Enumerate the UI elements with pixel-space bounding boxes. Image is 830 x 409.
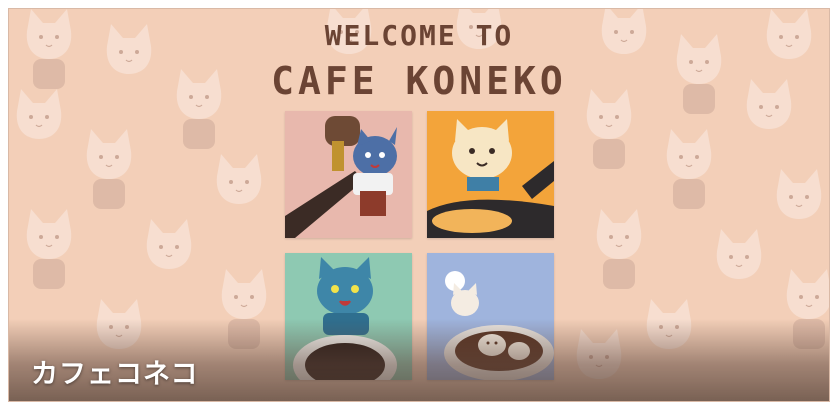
cream-cat-on-pan-icon	[427, 111, 554, 238]
title-welcome-to: WELCOME TO	[324, 19, 514, 52]
title-cafe-koneko: CAFE KONEKO	[271, 59, 567, 103]
tile-barista-cat	[285, 111, 412, 238]
banner-caption: カフェコネコ	[31, 359, 199, 390]
cafe-koneko-banner[interactable]: WELCOME TO CAFE KONEKO カフェコネコ	[8, 8, 830, 402]
barista-cat-with-espresso-icon	[285, 111, 412, 238]
tile-cream-cat	[427, 111, 554, 238]
